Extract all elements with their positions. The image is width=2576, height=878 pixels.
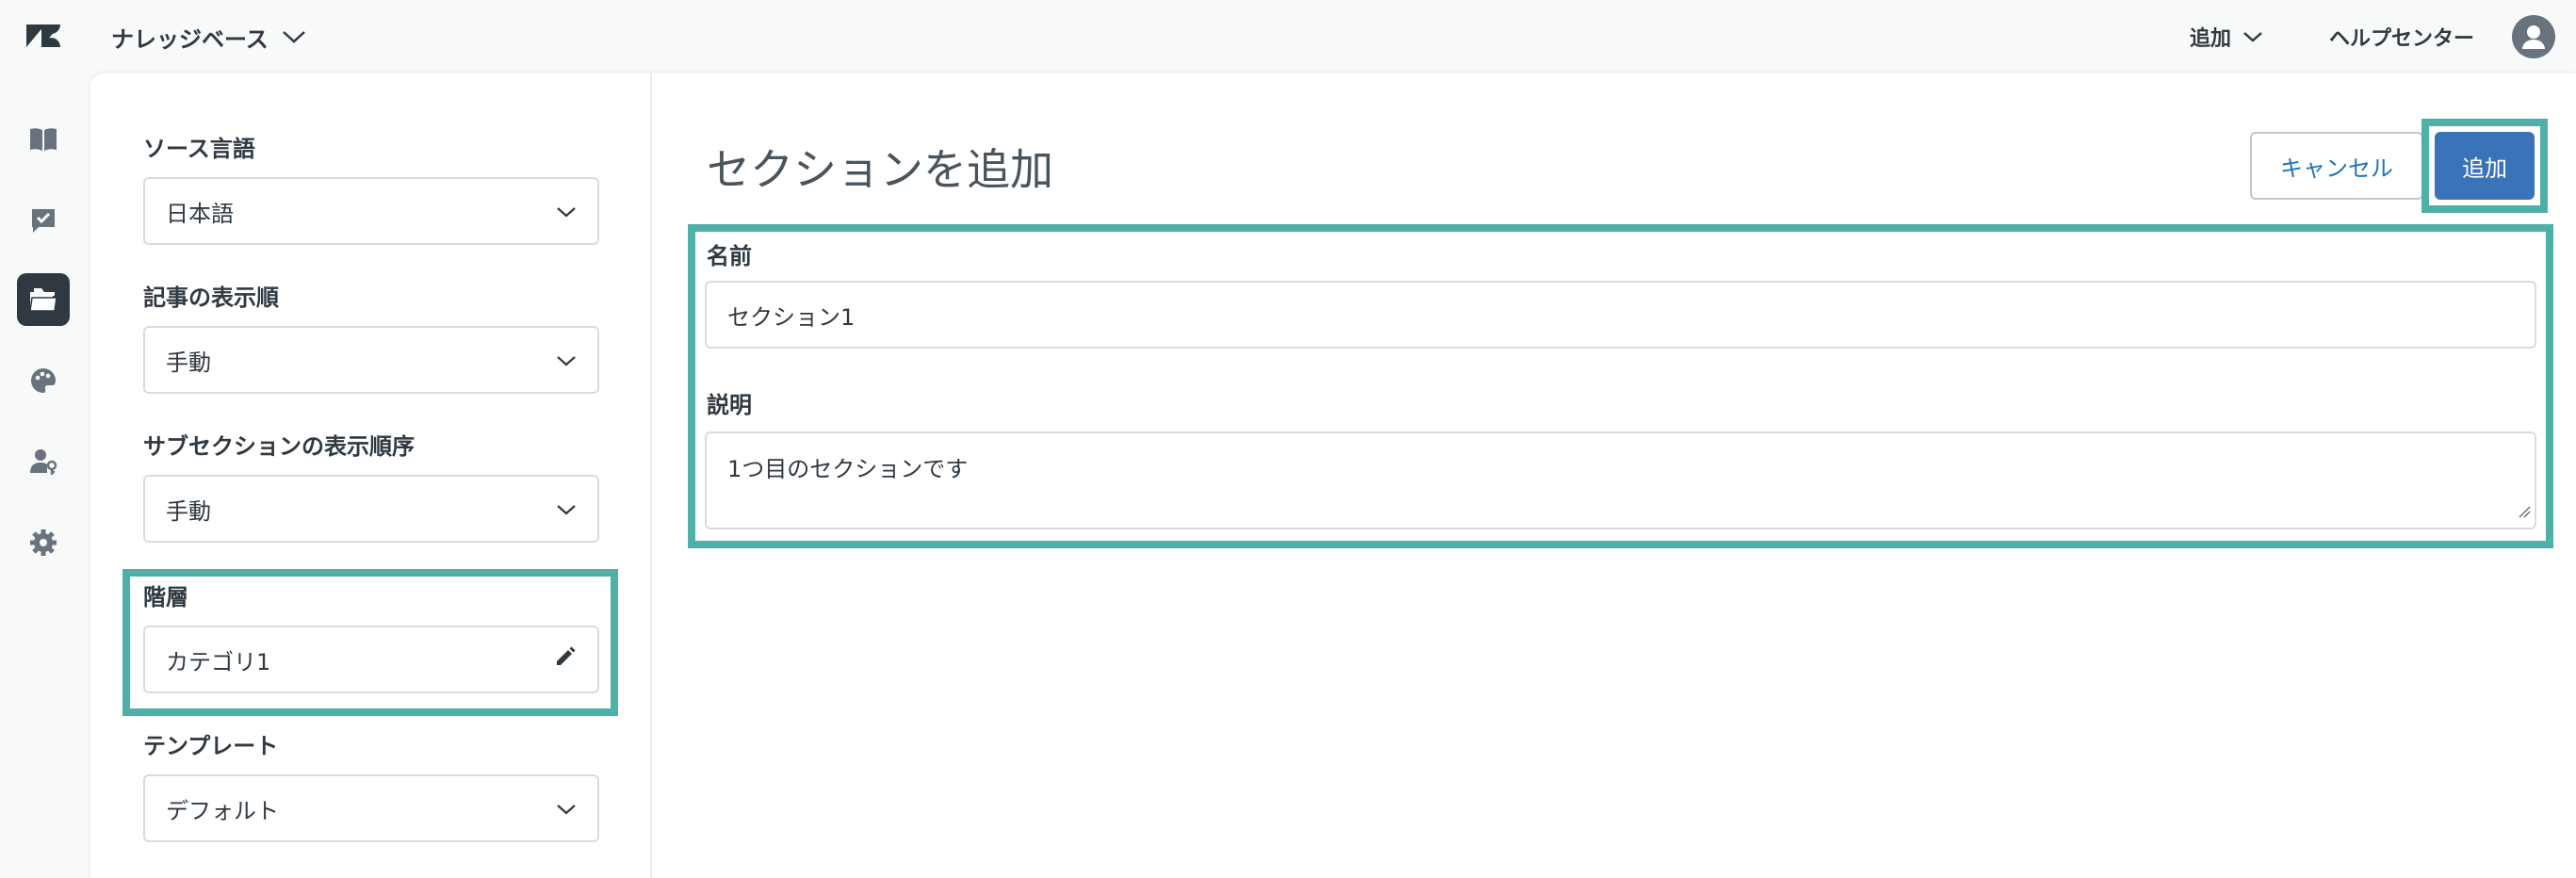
- description-label: 説明: [707, 392, 752, 418]
- product-name: ナレッジベース: [111, 25, 269, 53]
- hierarchy-label: 階層: [143, 584, 188, 610]
- nav-book-icon[interactable]: [17, 113, 70, 166]
- add-menu[interactable]: 追加: [2190, 22, 2263, 52]
- add-menu-label: 追加: [2189, 27, 2231, 51]
- name-input[interactable]: セクション1: [705, 281, 2536, 349]
- folder-icon: [29, 288, 57, 312]
- chevron-down-icon: [556, 496, 577, 522]
- add-button[interactable]: 追加: [2435, 132, 2535, 200]
- top-bar: ナレッジベース 追加 ヘルプセンター: [0, 0, 2576, 73]
- template-value: デフォルト: [166, 797, 279, 824]
- template-select[interactable]: デフォルト: [143, 774, 599, 842]
- checklist-icon: [32, 209, 55, 233]
- article-order-select[interactable]: 手動: [143, 326, 599, 394]
- gear-icon: [30, 529, 57, 556]
- source-language-select[interactable]: 日本語: [143, 177, 599, 245]
- book-icon: [30, 128, 57, 151]
- resize-grip-icon[interactable]: [2518, 497, 2531, 524]
- nav-user-permissions-icon[interactable]: [17, 435, 70, 488]
- product-switcher[interactable]: ナレッジベース: [111, 19, 306, 55]
- name-input-value: セクション1: [727, 303, 856, 331]
- chevron-down-icon: [556, 198, 577, 224]
- description-textarea[interactable]: 1つ目のセクションです: [705, 431, 2536, 529]
- hierarchy-field[interactable]: カテゴリ1: [143, 626, 599, 693]
- help-center-link[interactable]: ヘルプセンター: [2329, 22, 2474, 52]
- palette-icon: [31, 368, 56, 393]
- template-label: テンプレート: [143, 733, 279, 759]
- nav-palette-icon[interactable]: [17, 354, 70, 407]
- user-icon: [2522, 25, 2545, 49]
- subsection-order-label: サブセクションの表示順序: [143, 433, 415, 460]
- chevron-down-icon: [282, 24, 306, 50]
- nav-checklist-icon[interactable]: [17, 194, 70, 247]
- content-panel: ソース言語 日本語 記事の表示順 手動 サブセクションの表示順序 手動 階層 カ…: [90, 73, 2576, 878]
- subsection-order-select[interactable]: 手動: [143, 475, 599, 543]
- source-language-value: 日本語: [166, 200, 234, 227]
- settings-sidepanel: ソース言語 日本語 記事の表示順 手動 サブセクションの表示順序 手動 階層 カ…: [90, 73, 652, 878]
- description-value: 1つ目のセクションです: [727, 456, 969, 482]
- source-language-label: ソース言語: [143, 136, 255, 162]
- left-nav: [0, 73, 90, 878]
- article-order-label: 記事の表示順: [143, 285, 279, 311]
- zendesk-logo-icon[interactable]: [24, 21, 62, 51]
- page-title: セクションを追加: [707, 144, 1053, 195]
- nav-gear-icon[interactable]: [17, 516, 70, 569]
- article-order-value: 手動: [166, 349, 211, 376]
- user-permissions-icon: [30, 449, 57, 475]
- name-label: 名前: [707, 243, 752, 269]
- chevron-down-icon: [2242, 25, 2263, 49]
- chevron-down-icon: [556, 795, 577, 821]
- avatar[interactable]: [2512, 15, 2555, 58]
- cancel-button[interactable]: キャンセル: [2250, 132, 2423, 200]
- subsection-order-value: 手動: [166, 497, 211, 525]
- nav-folder-icon[interactable]: [17, 273, 70, 326]
- chevron-down-icon: [556, 347, 577, 373]
- hierarchy-value: カテゴリ1: [166, 648, 271, 675]
- pencil-icon[interactable]: [554, 645, 577, 674]
